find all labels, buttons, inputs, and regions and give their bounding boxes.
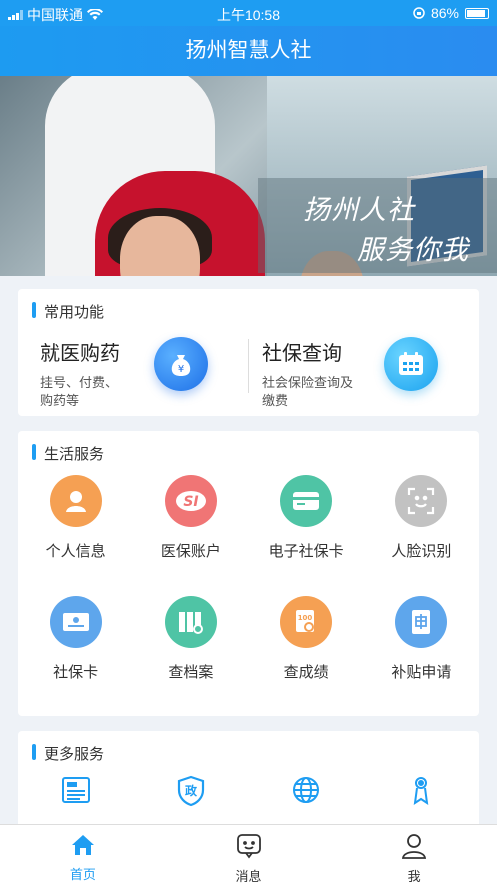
subsidy-apply-label: 补贴申请	[391, 664, 452, 681]
medical-account-item[interactable]: SI 医保账户	[133, 475, 248, 561]
section-title-life: 生活服务	[32, 443, 104, 464]
tab-home-label: 首页	[69, 867, 96, 882]
social-security-query-title: 社保查询	[262, 343, 342, 365]
message-icon	[236, 834, 261, 859]
subsidy-apply-item[interactable]: 补贴申请	[364, 596, 479, 682]
medical-purchase-title: 就医购药	[40, 343, 120, 365]
card-icon	[280, 475, 333, 527]
life-services-card: 生活服务 个人信息 SI 医保账户 电子社保卡 人脸识别 社保卡 查档案 100…	[18, 431, 479, 716]
bottom-tab-bar: 首页 消息 我	[0, 824, 497, 883]
face-recognition-item[interactable]: 人脸识别	[364, 475, 479, 561]
face-recognition-label: 人脸识别	[391, 543, 452, 560]
calendar-icon[interactable]	[384, 337, 438, 391]
tab-messages-label: 消息	[235, 869, 262, 883]
id-card-icon	[49, 596, 102, 648]
social-security-query-desc: 社会保险查询及	[262, 375, 354, 390]
more-item-honor[interactable]	[364, 775, 479, 807]
archive-query-item[interactable]: 查档案	[133, 596, 248, 682]
battery-icon	[465, 7, 489, 19]
face-scan-icon	[395, 475, 448, 527]
user-icon	[402, 834, 427, 859]
social-card-label: 社保卡	[53, 664, 99, 681]
home-icon	[71, 835, 94, 855]
tab-messages[interactable]: 消息	[166, 825, 332, 883]
section-title-common: 常用功能	[32, 301, 104, 322]
rotation-lock-icon	[413, 7, 425, 19]
tab-me-label: 我	[407, 869, 421, 883]
more-item-web[interactable]	[249, 775, 364, 807]
medical-purchase-desc-2: 购药等	[40, 393, 80, 408]
personal-info-item[interactable]: 个人信息	[18, 475, 133, 561]
si-icon: SI	[164, 475, 217, 527]
news-icon	[61, 777, 90, 803]
section-title-more: 更多服务	[32, 743, 104, 764]
social-security-query-desc-2: 缴费	[262, 393, 289, 408]
svg-text:政: 政	[185, 783, 198, 798]
common-functions-card: 常用功能 就医购药 挂号、付费、 购药等 ¥ 社保查询 社会保险查询及 缴费	[18, 289, 479, 416]
medal-icon	[414, 777, 429, 806]
apply-icon	[395, 596, 448, 648]
person-icon	[49, 475, 102, 527]
status-bar: 中国联通 上午10:58 86%	[0, 0, 497, 26]
battery-percent: 86%	[430, 5, 459, 21]
e-social-card-label: 电子社保卡	[268, 543, 344, 560]
banner-line1: 扬州人社	[303, 195, 415, 225]
score-query-item[interactable]: 100 查成绩	[249, 596, 364, 682]
medical-account-label: 医保账户	[160, 543, 221, 560]
score-icon: 100	[280, 596, 333, 648]
e-social-card-item[interactable]: 电子社保卡	[249, 475, 364, 561]
personal-info-label: 个人信息	[45, 543, 106, 560]
banner-carousel[interactable]: 扬州人社 服务你我	[0, 76, 497, 276]
more-services-card: 更多服务 政	[18, 731, 479, 831]
tab-me[interactable]: 我	[331, 825, 497, 883]
money-bag-icon[interactable]: ¥	[154, 337, 208, 391]
social-card-item[interactable]: 社保卡	[18, 596, 133, 682]
globe-icon	[293, 777, 320, 803]
archive-query-label: 查档案	[168, 664, 214, 681]
more-item-news[interactable]	[18, 775, 133, 807]
medical-purchase-desc: 挂号、付费、	[40, 375, 119, 390]
page-title: 扬州智慧人社	[0, 26, 497, 76]
more-item-policy[interactable]: 政	[133, 775, 248, 807]
score-query-label: 查成绩	[283, 664, 329, 681]
svg-text:¥: ¥	[178, 364, 184, 375]
svg-text:100: 100	[298, 614, 313, 622]
policy-shield-icon: 政	[177, 775, 204, 807]
medical-purchase-item[interactable]: 就医购药 挂号、付费、 购药等	[40, 337, 120, 410]
svg-text:SI: SI	[183, 494, 198, 510]
tab-home[interactable]: 首页	[0, 825, 166, 883]
archive-icon	[164, 596, 217, 648]
social-security-query-item[interactable]: 社保查询 社会保险查询及 缴费	[262, 337, 353, 410]
banner-line2: 服务你我	[357, 235, 469, 265]
